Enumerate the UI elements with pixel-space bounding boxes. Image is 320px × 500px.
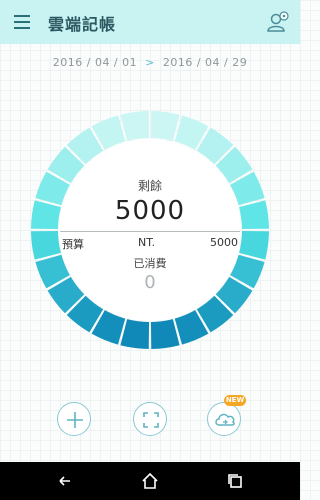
ring-segment	[120, 319, 150, 349]
menu-icon[interactable]	[14, 15, 30, 29]
cloud-icon	[215, 413, 235, 426]
plus-icon	[67, 412, 83, 428]
remaining-label: 剩餘	[137, 179, 162, 193]
remaining-value: 5000	[114, 196, 186, 226]
back-icon[interactable]	[55, 471, 75, 491]
recent-apps-icon[interactable]	[225, 471, 245, 491]
scan-frame-icon	[143, 412, 159, 428]
home-icon[interactable]	[140, 471, 160, 491]
range-arrow: >	[145, 56, 155, 69]
add-button[interactable]	[57, 402, 91, 436]
spent-value: 0	[144, 272, 156, 293]
app-header: 雲端記帳	[0, 0, 300, 44]
spent-label: 已消費	[133, 257, 167, 270]
ring-segment	[150, 319, 180, 349]
budget-row: 預算 NT. 5000	[62, 236, 238, 252]
date-range[interactable]: 2016 / 04 / 01 > 2016 / 04 / 29	[0, 56, 300, 69]
start-date: 2016 / 04 / 01	[52, 56, 138, 69]
divider	[60, 231, 240, 232]
currency-label: NT.	[138, 236, 156, 249]
budget-dial	[30, 110, 270, 350]
end-date: 2016 / 04 / 29	[162, 56, 248, 69]
system-nav-bar	[0, 462, 300, 500]
budget-label: 預算	[62, 238, 84, 251]
budget-value: 5000	[210, 236, 238, 249]
dial-center	[59, 139, 241, 321]
cloud-sync-button[interactable]	[207, 402, 241, 436]
ring-segment	[150, 111, 180, 141]
new-badge: NEW	[224, 395, 246, 406]
app-title: 雲端記帳	[48, 15, 117, 34]
user-settings-icon[interactable]	[266, 10, 290, 34]
ring-segment	[120, 111, 150, 141]
scan-button[interactable]	[133, 402, 167, 436]
